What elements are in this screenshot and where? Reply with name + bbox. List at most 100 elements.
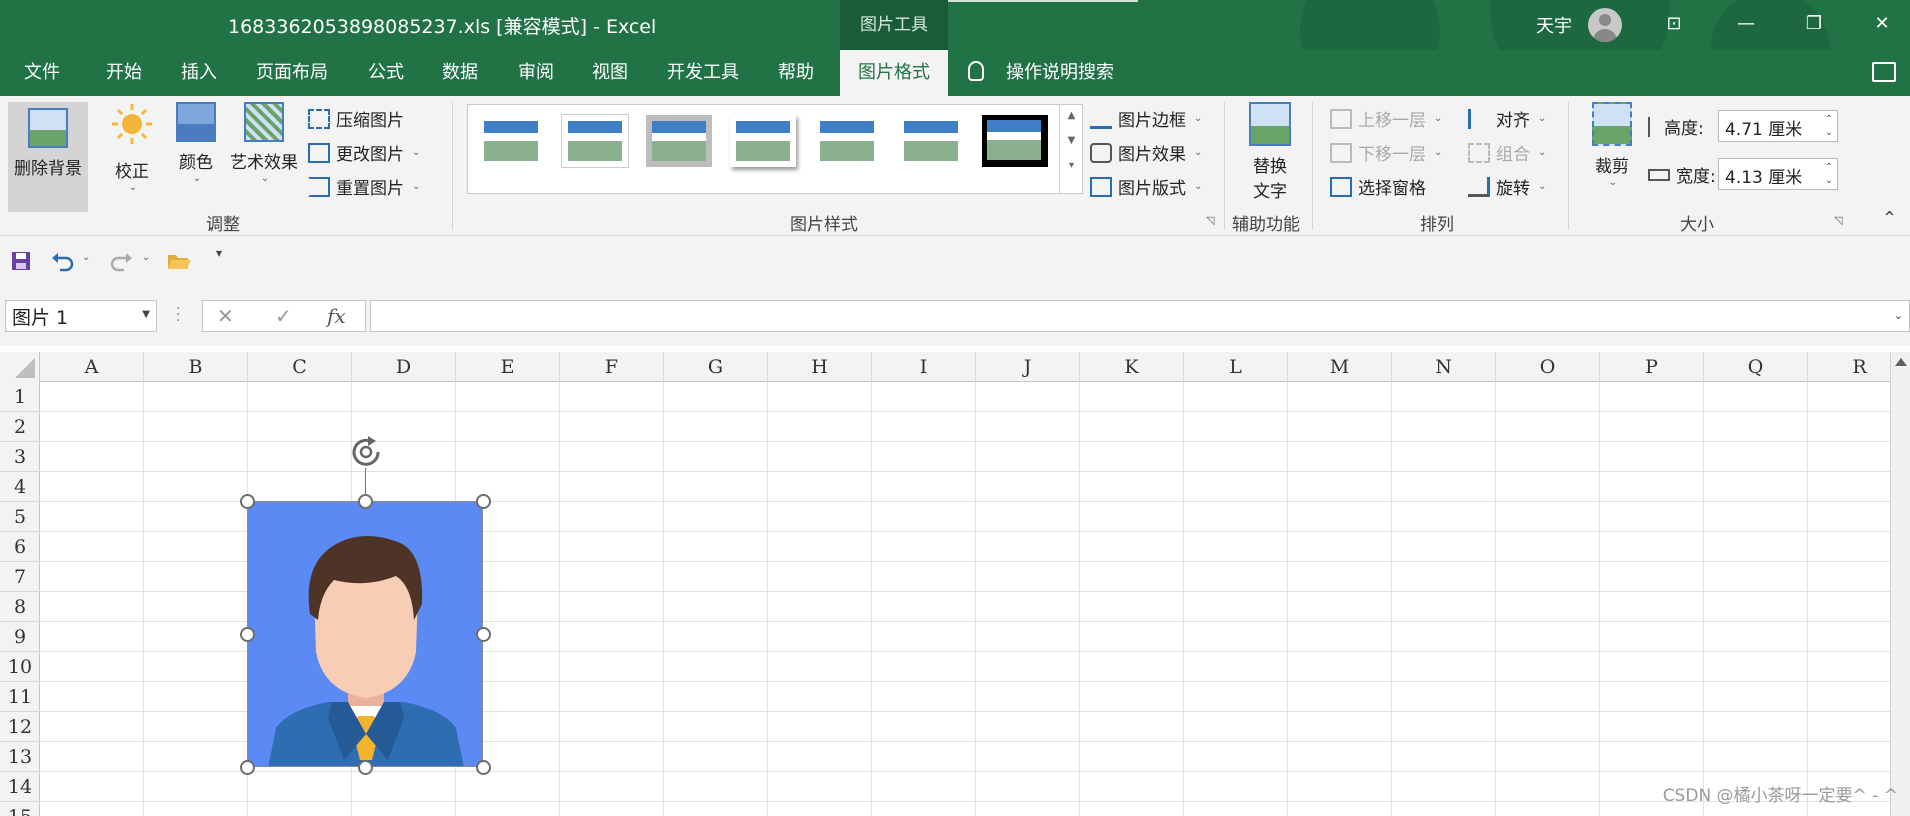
column-header[interactable]: F: [560, 352, 664, 382]
minimize-button[interactable]: —: [1716, 0, 1776, 46]
row-header[interactable]: 15: [0, 802, 40, 816]
color-button[interactable]: 颜色 ⌄: [168, 102, 224, 184]
picture-layout-button[interactable]: 图片版式 ⌄: [1090, 174, 1202, 199]
user-name[interactable]: 天宇: [1536, 12, 1572, 38]
row-header[interactable]: 6: [0, 532, 40, 562]
column-header[interactable]: C: [248, 352, 352, 382]
tab-picture-format[interactable]: 图片格式: [840, 50, 948, 96]
column-header[interactable]: K: [1080, 352, 1184, 382]
gallery-scroll[interactable]: ▲ ▼ ▾: [1059, 104, 1083, 194]
gallery-more-icon[interactable]: ▾: [1060, 160, 1083, 171]
rotate-handle-icon[interactable]: [348, 434, 384, 470]
column-header[interactable]: M: [1288, 352, 1392, 382]
tab-file[interactable]: 文件: [24, 50, 60, 96]
resize-handle-bottom[interactable]: [358, 760, 373, 775]
scroll-up-icon[interactable]: ▲: [1060, 110, 1083, 121]
column-header[interactable]: E: [456, 352, 560, 382]
remove-background-button[interactable]: 删除背景: [8, 102, 88, 212]
collapse-ribbon-icon[interactable]: ⌃: [1882, 208, 1897, 229]
tab-formulas[interactable]: 公式: [368, 50, 404, 96]
row-header[interactable]: 7: [0, 562, 40, 592]
crop-button[interactable]: 裁剪 ⌄: [1586, 102, 1638, 188]
row-header[interactable]: 5: [0, 502, 40, 532]
row-header[interactable]: 2: [0, 412, 40, 442]
row-header[interactable]: 10: [0, 652, 40, 682]
selected-picture[interactable]: [247, 501, 483, 767]
tell-me-search[interactable]: 操作说明搜索: [968, 50, 1114, 96]
picture-style-3[interactable]: [646, 115, 712, 167]
picture-style-2[interactable]: [562, 115, 628, 167]
column-header[interactable]: G: [664, 352, 768, 382]
alt-text-button[interactable]: 替换 文字: [1240, 102, 1300, 202]
user-avatar[interactable]: [1588, 8, 1622, 42]
tab-insert[interactable]: 插入: [181, 50, 217, 96]
name-box[interactable]: 图片 1 ▼: [5, 300, 157, 332]
row-header[interactable]: 8: [0, 592, 40, 622]
column-header[interactable]: O: [1496, 352, 1600, 382]
row-header[interactable]: 14: [0, 772, 40, 802]
picture-style-4[interactable]: [730, 115, 796, 167]
bring-forward-button[interactable]: 上移一层 ⌄: [1330, 106, 1442, 131]
column-header[interactable]: A: [40, 352, 144, 382]
picture-effects-button[interactable]: 图片效果 ⌄: [1090, 140, 1202, 165]
restore-button[interactable]: ❐: [1784, 0, 1844, 46]
resize-handle-top[interactable]: [358, 494, 373, 509]
column-header[interactable]: P: [1600, 352, 1704, 382]
artistic-effects-button[interactable]: 艺术效果 ⌄: [226, 102, 302, 184]
row-header[interactable]: 11: [0, 682, 40, 712]
picture-border-button[interactable]: 图片边框 ⌄: [1090, 106, 1202, 131]
row-header[interactable]: 12: [0, 712, 40, 742]
resize-handle-top-right[interactable]: [476, 494, 491, 509]
undo-dropdown-icon[interactable]: ⌄: [82, 252, 90, 274]
picture-style-6[interactable]: [898, 115, 964, 167]
change-picture-button[interactable]: 更改图片 ⌄: [308, 140, 420, 165]
comments-icon[interactable]: [1872, 62, 1896, 82]
column-header[interactable]: N: [1392, 352, 1496, 382]
tab-help[interactable]: 帮助: [778, 50, 814, 96]
enter-entry-icon[interactable]: ✓: [275, 304, 292, 328]
column-header[interactable]: D: [352, 352, 456, 382]
column-header[interactable]: I: [872, 352, 976, 382]
column-header[interactable]: H: [768, 352, 872, 382]
tab-data[interactable]: 数据: [442, 50, 478, 96]
customize-toolbar-icon[interactable]: ▾: [216, 246, 222, 268]
size-dialog-launcher-icon[interactable]: ◹: [1834, 214, 1842, 227]
scroll-up-icon[interactable]: [1895, 358, 1907, 366]
row-header[interactable]: 4: [0, 472, 40, 502]
height-spinner[interactable]: ⌃ ⌄: [1825, 113, 1833, 139]
resize-handle-bottom-right[interactable]: [476, 760, 491, 775]
insert-function-icon[interactable]: fx: [327, 304, 346, 328]
formula-input[interactable]: ⌄: [370, 300, 1910, 332]
resize-handle-right[interactable]: [476, 627, 491, 642]
column-header[interactable]: B: [144, 352, 248, 382]
picture-style-7[interactable]: [982, 115, 1048, 167]
scroll-down-icon[interactable]: ▼: [1060, 135, 1083, 146]
picture-style-1[interactable]: [478, 115, 544, 167]
resize-handle-left[interactable]: [240, 627, 255, 642]
ribbon-display-options-button[interactable]: ⊡: [1644, 0, 1704, 46]
resize-handle-top-left[interactable]: [240, 494, 255, 509]
compress-pictures-button[interactable]: 压缩图片: [308, 106, 404, 131]
column-header[interactable]: Q: [1704, 352, 1808, 382]
open-folder-icon[interactable]: [166, 250, 192, 272]
picture-style-5[interactable]: [814, 115, 880, 167]
redo-icon[interactable]: [108, 250, 134, 272]
width-input[interactable]: 4.13 厘米 ⌃ ⌄: [1718, 158, 1838, 190]
column-header[interactable]: J: [976, 352, 1080, 382]
undo-icon[interactable]: [50, 250, 76, 272]
column-header[interactable]: L: [1184, 352, 1288, 382]
vertical-scrollbar[interactable]: [1890, 352, 1910, 816]
row-header[interactable]: 9: [0, 622, 40, 652]
height-input[interactable]: 4.71 厘米 ⌃ ⌄: [1718, 110, 1838, 142]
tab-view[interactable]: 视图: [592, 50, 628, 96]
cancel-entry-icon[interactable]: ✕: [217, 304, 234, 328]
align-button[interactable]: 对齐 ⌄: [1468, 106, 1546, 131]
row-header[interactable]: 13: [0, 742, 40, 772]
rotate-button[interactable]: 旋转 ⌄: [1468, 174, 1546, 199]
close-button[interactable]: ✕: [1852, 0, 1910, 46]
select-all-button[interactable]: [0, 352, 40, 382]
tab-developer[interactable]: 开发工具: [667, 50, 739, 96]
expand-formula-bar-icon[interactable]: ⌄: [1894, 309, 1903, 322]
redo-dropdown-icon[interactable]: ⌄: [142, 252, 150, 274]
name-box-dropdown-icon[interactable]: ▼: [142, 309, 150, 320]
